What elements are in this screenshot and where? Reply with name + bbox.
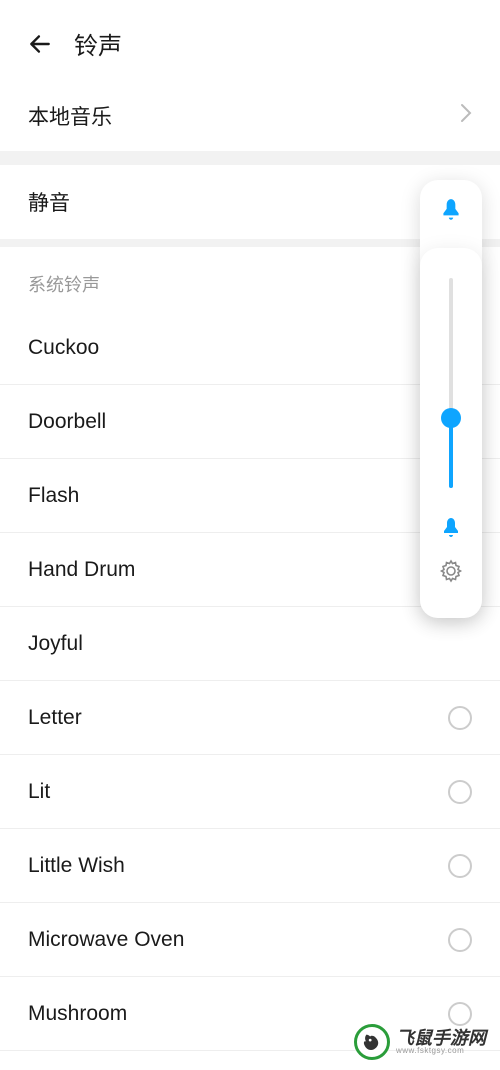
watermark-logo <box>354 1024 390 1060</box>
radio-button[interactable] <box>448 928 472 952</box>
divider <box>0 151 500 165</box>
system-ringtone-header: 系统铃声 <box>28 271 472 297</box>
bell-icon <box>439 516 463 540</box>
ringtone-name: Lit <box>28 780 50 804</box>
chevron-right-icon <box>460 103 472 129</box>
radio-button[interactable] <box>448 706 472 730</box>
arrow-left-icon <box>27 31 53 57</box>
ring-mode-button[interactable] <box>439 516 463 545</box>
ringtone-name: Joyful <box>28 632 83 656</box>
mouse-icon <box>361 1031 383 1053</box>
back-button[interactable] <box>26 30 54 58</box>
radio-button[interactable] <box>448 854 472 878</box>
volume-settings-button[interactable] <box>439 559 463 588</box>
ringtone-item[interactable]: Little Wish <box>0 829 500 903</box>
ringtone-item[interactable]: Letter <box>0 681 500 755</box>
ringtone-item[interactable]: Microwave Oven <box>0 903 500 977</box>
gear-icon <box>439 559 463 583</box>
ringtone-name: Mushroom <box>28 1002 127 1026</box>
volume-slider[interactable] <box>449 278 453 488</box>
ringtone-name: Doorbell <box>28 410 106 434</box>
ringtone-item[interactable]: Joyful <box>0 607 500 681</box>
ringtone-name: Cuckoo <box>28 336 99 360</box>
ringtone-item[interactable]: Lit <box>0 755 500 829</box>
ringtone-name: Flash <box>28 484 79 508</box>
ringtone-name: Hand Drum <box>28 558 135 582</box>
watermark-main: 飞鼠手游网 <box>396 1029 486 1047</box>
header: 铃声 <box>0 0 500 81</box>
radio-button[interactable] <box>448 1002 472 1026</box>
volume-panel <box>420 180 482 618</box>
radio-button[interactable] <box>448 780 472 804</box>
ringtone-name: Letter <box>28 706 82 730</box>
volume-mode-button[interactable] <box>420 180 482 240</box>
local-music-row[interactable]: 本地音乐 <box>0 81 500 151</box>
watermark: 飞鼠手游网 www.fsktgsy.com <box>354 1024 486 1060</box>
watermark-sub: www.fsktgsy.com <box>396 1047 486 1055</box>
volume-slider-thumb[interactable] <box>441 408 461 428</box>
ringtone-name: Little Wish <box>28 854 125 878</box>
volume-slider-fill <box>449 420 453 488</box>
ringtone-name: Microwave Oven <box>28 928 184 952</box>
mute-label: 静音 <box>28 187 70 217</box>
local-music-label: 本地音乐 <box>28 101 112 131</box>
page-title: 铃声 <box>74 26 122 61</box>
volume-slider-container <box>420 248 482 618</box>
watermark-text: 飞鼠手游网 www.fsktgsy.com <box>396 1029 486 1055</box>
bell-icon <box>438 197 464 223</box>
